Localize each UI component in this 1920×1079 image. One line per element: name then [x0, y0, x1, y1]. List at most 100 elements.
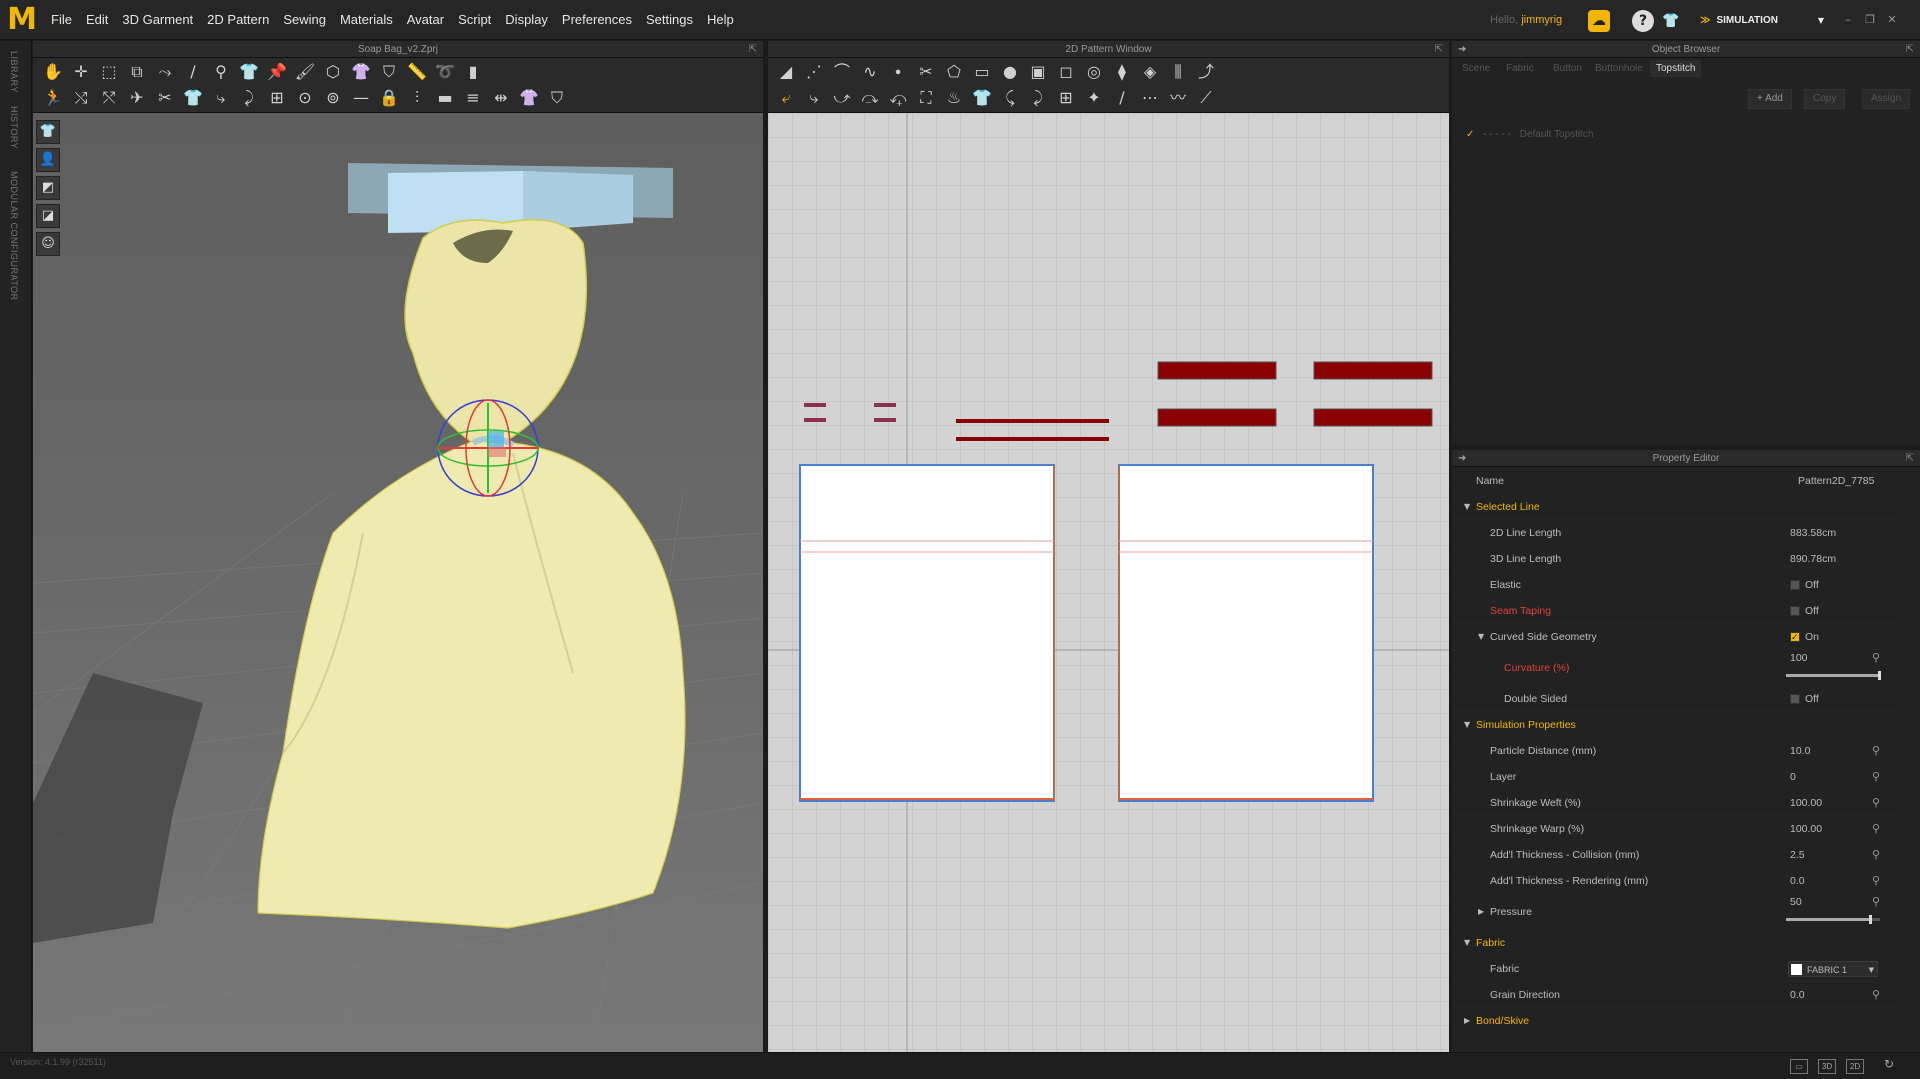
- garment-icon[interactable]: 👕: [235, 59, 263, 85]
- menu-edit[interactable]: Edit: [79, 0, 115, 40]
- m-n-sewing-icon[interactable]: ⤻: [828, 85, 856, 111]
- fold-icon[interactable]: ⤲: [95, 85, 123, 111]
- curvature-value[interactable]: 100: [1790, 645, 1808, 671]
- steam-iron-icon[interactable]: ♨: [940, 85, 968, 111]
- cut-sew-icon[interactable]: ✂: [912, 59, 940, 85]
- view2d-viewport[interactable]: [768, 113, 1449, 1052]
- edit-curvature-icon[interactable]: ⌒: [828, 59, 856, 85]
- symbol-icon[interactable]: ✦: [1080, 85, 1108, 111]
- shirt-front-icon[interactable]: 👚: [515, 85, 543, 111]
- select-mesh-icon[interactable]: ⬚: [95, 59, 123, 85]
- tab-button[interactable]: Button: [1547, 60, 1588, 77]
- pin-icon[interactable]: ⚲: [1872, 645, 1880, 671]
- grading-icon[interactable]: ⊞: [1052, 85, 1080, 111]
- measure-icon[interactable]: 📏: [403, 59, 431, 85]
- pleat-icon[interactable]: ⫼: [1164, 59, 1192, 85]
- section-bond-skive[interactable]: ▶ Bond/Skive: [1452, 1008, 1900, 1034]
- soap-bag-garment[interactable]: [257, 219, 686, 929]
- minimize-icon[interactable]: –: [1840, 12, 1856, 28]
- curved-side-checkbox[interactable]: [1790, 625, 1800, 651]
- tacking-icon[interactable]: ⛶: [912, 85, 940, 111]
- menu-3d-garment[interactable]: 3D Garment: [115, 0, 200, 40]
- topstitch-icon[interactable]: ⤹: [996, 85, 1024, 111]
- add-point-icon[interactable]: ∙: [884, 59, 912, 85]
- free-sewing-icon[interactable]: ⤷: [800, 85, 828, 111]
- drag-hand-icon[interactable]: ✋: [39, 59, 67, 85]
- library-tab[interactable]: LIBRARY: [9, 51, 19, 93]
- segment-topstitch-icon[interactable]: ⤸: [1024, 85, 1052, 111]
- grid-icon[interactable]: ⊞: [263, 85, 291, 111]
- prop-value[interactable]: 10.0: [1790, 738, 1810, 764]
- shirt-back-icon[interactable]: ⛉: [375, 59, 403, 85]
- elastic-checkbox[interactable]: [1790, 580, 1800, 590]
- menu-2d-pattern[interactable]: 2D Pattern: [200, 0, 276, 40]
- menu-preferences[interactable]: Preferences: [555, 0, 639, 40]
- shirt-add-icon[interactable]: 👕: [179, 85, 207, 111]
- pin-icon[interactable]: ⚲: [1872, 816, 1880, 842]
- menu-settings[interactable]: Settings: [639, 0, 700, 40]
- lasso-icon[interactable]: ➰: [431, 59, 459, 85]
- show-garment-icon[interactable]: 👕: [36, 120, 60, 144]
- tab-topstitch[interactable]: Topstitch: [1650, 60, 1702, 77]
- bag-panel-right[interactable]: [1118, 464, 1374, 802]
- expand-icon[interactable]: ▶: [1478, 899, 1484, 925]
- texture-icon[interactable]: ◩: [36, 176, 60, 200]
- internal-circle-icon[interactable]: ◎: [1080, 59, 1108, 85]
- tab-buttonhole[interactable]: Buttonhole: [1589, 60, 1649, 77]
- menu-script[interactable]: Script: [451, 0, 498, 40]
- cloud-sync-icon[interactable]: ☁: [1588, 10, 1610, 32]
- pressure-value[interactable]: 50: [1790, 889, 1802, 915]
- username[interactable]: jimmyrig: [1521, 14, 1562, 26]
- puckering-icon[interactable]: ≡: [459, 85, 487, 111]
- pin-icon[interactable]: ⚲: [1872, 842, 1880, 868]
- menu-sewing[interactable]: Sewing: [276, 0, 333, 40]
- fabric-dropdown[interactable]: FABRIC 1 ▼: [1788, 961, 1878, 977]
- dart-icon[interactable]: ⧫: [1108, 59, 1136, 85]
- polygon-icon[interactable]: ⬠: [940, 59, 968, 85]
- menu-display[interactable]: Display: [498, 0, 555, 40]
- help-icon[interactable]: ?: [1632, 10, 1654, 32]
- shirt-icon[interactable]: 👚: [347, 59, 375, 85]
- tack-icon[interactable]: ⚲: [207, 59, 235, 85]
- list-item[interactable]: ✓ - - - - - Default Topstitch: [1466, 129, 1593, 140]
- view3d-viewport[interactable]: [33, 113, 763, 1052]
- tape-patterns[interactable]: [804, 403, 1109, 441]
- pressure-slider[interactable]: [1786, 915, 1880, 924]
- collapse-arrow-icon[interactable]: ➜: [1458, 450, 1466, 467]
- popout-icon[interactable]: ⇱: [1906, 41, 1914, 58]
- fold-pattern-icon[interactable]: ⤴: [1192, 59, 1220, 85]
- menu-file[interactable]: File: [44, 0, 79, 40]
- transform-icon[interactable]: ⧉: [123, 59, 151, 85]
- rectangle-icon[interactable]: ▭: [968, 59, 996, 85]
- bag-panel-left[interactable]: [799, 464, 1055, 802]
- popout-icon[interactable]: ⇱: [1435, 41, 1443, 58]
- section-fabric[interactable]: ▼ Fabric: [1452, 930, 1900, 956]
- transform-pattern-icon[interactable]: ◢: [772, 59, 800, 85]
- avatar-face-icon[interactable]: ☺: [36, 232, 60, 256]
- menu-avatar[interactable]: Avatar: [400, 0, 451, 40]
- section-simulation[interactable]: ▼ Simulation Properties: [1452, 712, 1900, 738]
- draw-line-icon[interactable]: ∕: [179, 59, 207, 85]
- avatar-pose-icon[interactable]: 🏃: [39, 85, 67, 111]
- stitch-icon[interactable]: ⤷: [207, 85, 235, 111]
- pin-icon[interactable]: ⚲: [1872, 738, 1880, 764]
- cut-icon[interactable]: ✂: [151, 85, 179, 111]
- fold-arrange-icon[interactable]: ⤳: [151, 59, 179, 85]
- simulation-mode-dropdown[interactable]: ≫ SIMULATION ▼: [1700, 10, 1830, 32]
- tape-icon[interactable]: ▬: [431, 85, 459, 111]
- pin-icon[interactable]: ⚲: [1872, 982, 1880, 1008]
- prop-name-value[interactable]: Pattern2D_7785: [1798, 468, 1874, 494]
- menu-help[interactable]: Help: [700, 0, 741, 40]
- pin-icon[interactable]: ⚲: [1872, 790, 1880, 816]
- button-icon[interactable]: ⊙: [291, 85, 319, 111]
- internal-rect-icon[interactable]: ◻: [1052, 59, 1080, 85]
- edit-point-icon[interactable]: ⋰: [800, 59, 828, 85]
- ruler-icon[interactable]: ▮: [459, 59, 487, 85]
- select-move-icon[interactable]: ✛: [67, 59, 95, 85]
- section-selected-line[interactable]: ▼ Selected Line: [1452, 494, 1900, 520]
- curve-point-icon[interactable]: ∿: [856, 59, 884, 85]
- tab-fabric[interactable]: Fabric: [1500, 60, 1540, 77]
- strap-patterns[interactable]: [1157, 361, 1433, 427]
- pin-icon[interactable]: 📌: [263, 59, 291, 85]
- popout-icon[interactable]: ⇱: [749, 41, 757, 58]
